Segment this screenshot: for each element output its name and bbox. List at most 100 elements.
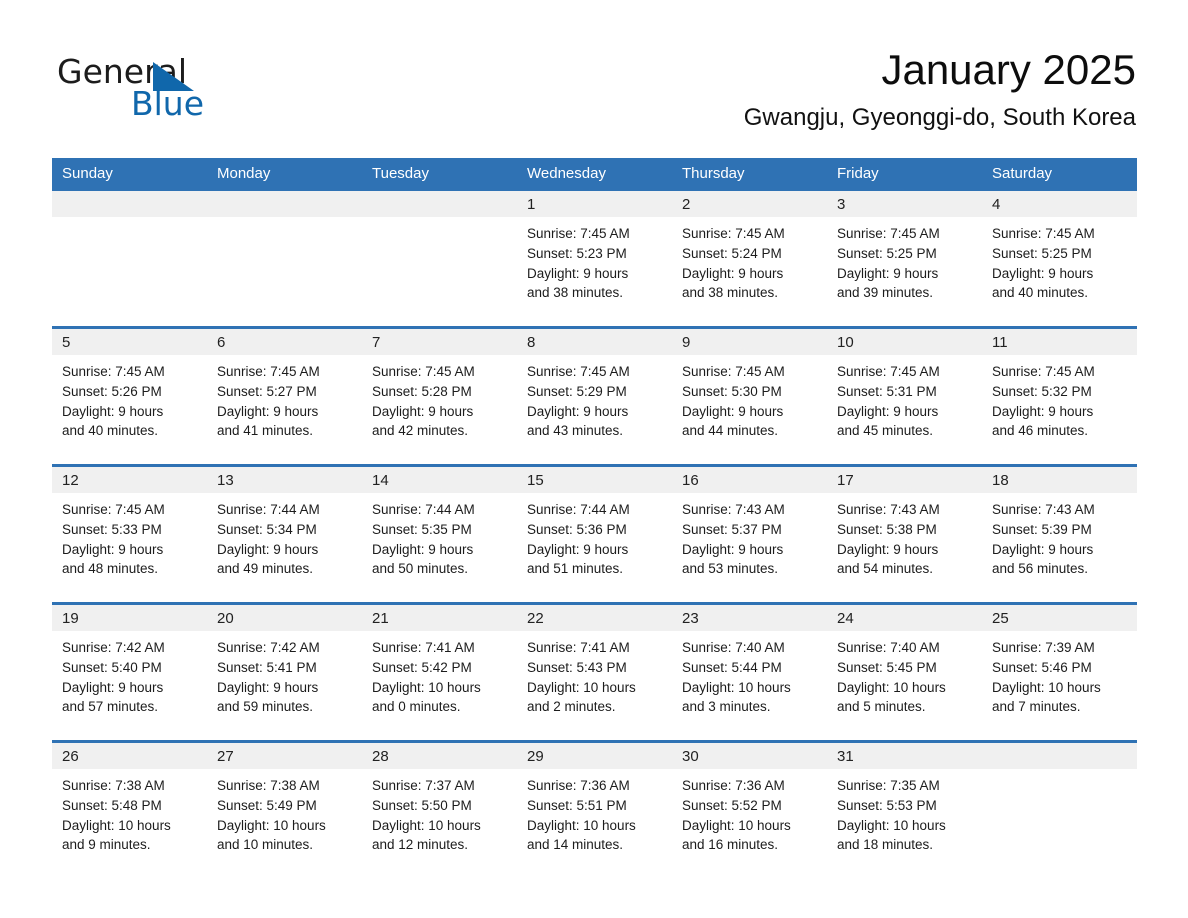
location-subtitle: Gwangju, Gyeonggi-do, South Korea: [743, 104, 1136, 131]
sunrise-text: Sunrise: 7:35 AM: [837, 778, 940, 793]
calendar-day-cell[interactable]: 20 Sunrise: 7:42 AM Sunset: 5:41 PM Dayligh…: [207, 602, 362, 742]
calendar-day-cell[interactable]: 4 Sunrise: 7:45 AM Sunset: 5:25 PM Daylight…: [982, 191, 1137, 328]
sunrise-text: Sunrise: 7:45 AM: [837, 364, 940, 379]
day-number: 7: [362, 329, 517, 355]
daylight-text-line1: Daylight: 9 hours: [992, 541, 1094, 557]
day-number: 2: [672, 191, 827, 217]
daylight-text-line2: and 18 minutes.: [837, 837, 934, 853]
day-number: 26: [52, 743, 207, 769]
sunrise-text: Sunrise: 7:45 AM: [837, 226, 940, 241]
day-number: [362, 191, 517, 217]
calendar-day-cell[interactable]: 16 Sunrise: 7:43 AM Sunset: 5:37 PM Dayligh…: [672, 464, 827, 604]
calendar-page: General Blue January 2025 Gwangju, Gyeon…: [0, 0, 1188, 918]
calendar-day-cell[interactable]: 27 Sunrise: 7:38 AM Sunset: 5:49 PM Dayligh…: [207, 740, 362, 878]
calendar-day-cell[interactable]: 12 Sunrise: 7:45 AM Sunset: 5:33 PM Dayligh…: [52, 464, 207, 604]
calendar-day-cell[interactable]: 18 Sunrise: 7:43 AM Sunset: 5:39 PM Dayligh…: [982, 464, 1137, 604]
calendar-day-cell[interactable]: 17 Sunrise: 7:43 AM Sunset: 5:38 PM Dayligh…: [827, 464, 982, 604]
day-details: Sunrise: 7:38 AM Sunset: 5:49 PM Daylight:…: [207, 769, 362, 855]
sunset-text: Sunset: 5:42 PM: [372, 659, 472, 675]
daylight-text-line1: Daylight: 10 hours: [217, 817, 326, 833]
calendar-day-cell[interactable]: 2 Sunrise: 7:45 AM Sunset: 5:24 PM Daylight…: [672, 191, 827, 328]
calendar-day-cell[interactable]: 10 Sunrise: 7:45 AM Sunset: 5:31 PM Dayligh…: [827, 326, 982, 466]
calendar-day-cell[interactable]: 24 Sunrise: 7:40 AM Sunset: 5:45 PM Dayligh…: [827, 602, 982, 742]
calendar-week-row: 5 Sunrise: 7:45 AM Sunset: 5:26 PM Daylight…: [52, 326, 1137, 466]
day-number: 31: [827, 743, 982, 769]
page-title: January 2025: [881, 46, 1136, 93]
sunrise-text: Sunrise: 7:45 AM: [992, 364, 1095, 379]
calendar-day-cell[interactable]: 6 Sunrise: 7:45 AM Sunset: 5:27 PM Daylight…: [207, 326, 362, 466]
calendar-day-cell[interactable]: 5 Sunrise: 7:45 AM Sunset: 5:26 PM Daylight…: [52, 326, 207, 466]
calendar-day-cell[interactable]: 28 Sunrise: 7:37 AM Sunset: 5:50 PM Dayligh…: [362, 740, 517, 878]
calendar-day-cell[interactable]: 23 Sunrise: 7:40 AM Sunset: 5:44 PM Dayligh…: [672, 602, 827, 742]
calendar-day-cell[interactable]: 31 Sunrise: 7:35 AM Sunset: 5:53 PM Dayligh…: [827, 740, 982, 878]
calendar-day-cell[interactable]: 25 Sunrise: 7:39 AM Sunset: 5:46 PM Dayligh…: [982, 602, 1137, 742]
sunset-text: Sunset: 5:39 PM: [992, 521, 1092, 537]
calendar-day-cell[interactable]: 14 Sunrise: 7:44 AM Sunset: 5:35 PM Dayligh…: [362, 464, 517, 604]
sunset-text: Sunset: 5:41 PM: [217, 659, 317, 675]
calendar-day-cell[interactable]: 29 Sunrise: 7:36 AM Sunset: 5:51 PM Dayligh…: [517, 740, 672, 878]
calendar-day-cell[interactable]: 11 Sunrise: 7:45 AM Sunset: 5:32 PM Dayligh…: [982, 326, 1137, 466]
sunrise-text: Sunrise: 7:45 AM: [682, 364, 785, 379]
day-number: 25: [982, 605, 1137, 631]
calendar-day-cell[interactable]: 26 Sunrise: 7:38 AM Sunset: 5:48 PM Dayligh…: [52, 740, 207, 878]
sunset-text: Sunset: 5:38 PM: [837, 521, 937, 537]
daylight-text-line1: Daylight: 9 hours: [527, 403, 629, 419]
calendar-day-cell[interactable]: 21 Sunrise: 7:41 AM Sunset: 5:42 PM Dayligh…: [362, 602, 517, 742]
weekday-header-saturday: Saturday: [982, 158, 1137, 191]
sunset-text: Sunset: 5:26 PM: [62, 383, 162, 399]
day-number: 19: [52, 605, 207, 631]
daylight-text-line2: and 3 minutes.: [682, 699, 771, 715]
daylight-text-line1: Daylight: 9 hours: [527, 265, 629, 281]
calendar-day-cell-empty: [982, 740, 1137, 878]
calendar-day-cell[interactable]: 30 Sunrise: 7:36 AM Sunset: 5:52 PM Dayligh…: [672, 740, 827, 878]
calendar-day-cell[interactable]: 9 Sunrise: 7:45 AM Sunset: 5:30 PM Daylight…: [672, 326, 827, 466]
daylight-text-line2: and 43 minutes.: [527, 423, 624, 439]
general-blue-logo[interactable]: General Blue: [52, 52, 312, 132]
daylight-text-line2: and 46 minutes.: [992, 423, 1089, 439]
daylight-text-line2: and 51 minutes.: [527, 561, 624, 577]
day-details: Sunrise: 7:42 AM Sunset: 5:41 PM Daylight:…: [207, 631, 362, 717]
day-number: 17: [827, 467, 982, 493]
sunset-text: Sunset: 5:35 PM: [372, 521, 472, 537]
daylight-text-line1: Daylight: 10 hours: [682, 679, 791, 695]
day-details: Sunrise: 7:44 AM Sunset: 5:34 PM Daylight:…: [207, 493, 362, 579]
calendar-day-cell[interactable]: 8 Sunrise: 7:45 AM Sunset: 5:29 PM Daylight…: [517, 326, 672, 466]
day-number: [982, 743, 1137, 769]
day-number: 13: [207, 467, 362, 493]
day-number: [52, 191, 207, 217]
day-details: Sunrise: 7:35 AM Sunset: 5:53 PM Daylight:…: [827, 769, 982, 855]
sunset-text: Sunset: 5:31 PM: [837, 383, 937, 399]
daylight-text-line1: Daylight: 10 hours: [62, 817, 171, 833]
sunrise-text: Sunrise: 7:43 AM: [682, 502, 785, 517]
calendar-day-cell[interactable]: 15 Sunrise: 7:44 AM Sunset: 5:36 PM Dayligh…: [517, 464, 672, 604]
daylight-text-line2: and 38 minutes.: [682, 285, 779, 301]
sunrise-text: Sunrise: 7:43 AM: [837, 502, 940, 517]
day-details: Sunrise: 7:45 AM Sunset: 5:26 PM Daylight:…: [52, 355, 207, 441]
calendar-day-cell[interactable]: 3 Sunrise: 7:45 AM Sunset: 5:25 PM Daylight…: [827, 191, 982, 328]
day-number: 15: [517, 467, 672, 493]
sunrise-text: Sunrise: 7:41 AM: [372, 640, 475, 655]
weekday-header-wednesday: Wednesday: [517, 158, 672, 191]
day-details: Sunrise: 7:44 AM Sunset: 5:35 PM Daylight:…: [362, 493, 517, 579]
daylight-text-line1: Daylight: 10 hours: [837, 817, 946, 833]
sunset-text: Sunset: 5:51 PM: [527, 797, 627, 813]
sunset-text: Sunset: 5:33 PM: [62, 521, 162, 537]
calendar-body: 1 Sunrise: 7:45 AM Sunset: 5:23 PM Daylight…: [52, 191, 1137, 878]
calendar-day-cell[interactable]: 7 Sunrise: 7:45 AM Sunset: 5:28 PM Daylight…: [362, 326, 517, 466]
calendar-day-cell[interactable]: 1 Sunrise: 7:45 AM Sunset: 5:23 PM Daylight…: [517, 191, 672, 328]
calendar-day-cell[interactable]: 22 Sunrise: 7:41 AM Sunset: 5:43 PM Dayligh…: [517, 602, 672, 742]
sunrise-text: Sunrise: 7:45 AM: [682, 226, 785, 241]
calendar-day-cell[interactable]: 19 Sunrise: 7:42 AM Sunset: 5:40 PM Dayligh…: [52, 602, 207, 742]
daylight-text-line2: and 44 minutes.: [682, 423, 779, 439]
calendar-container: Sunday Monday Tuesday Wednesday Thursday…: [52, 158, 1137, 878]
day-number: 16: [672, 467, 827, 493]
daylight-text-line1: Daylight: 9 hours: [837, 403, 939, 419]
daylight-text-line1: Daylight: 9 hours: [527, 541, 629, 557]
day-number: 8: [517, 329, 672, 355]
sunrise-text: Sunrise: 7:45 AM: [527, 364, 630, 379]
sunrise-text: Sunrise: 7:45 AM: [992, 226, 1095, 241]
daylight-text-line1: Daylight: 9 hours: [992, 265, 1094, 281]
calendar-day-cell[interactable]: 13 Sunrise: 7:44 AM Sunset: 5:34 PM Dayligh…: [207, 464, 362, 604]
daylight-text-line1: Daylight: 10 hours: [837, 679, 946, 695]
day-details: Sunrise: 7:44 AM Sunset: 5:36 PM Daylight:…: [517, 493, 672, 579]
